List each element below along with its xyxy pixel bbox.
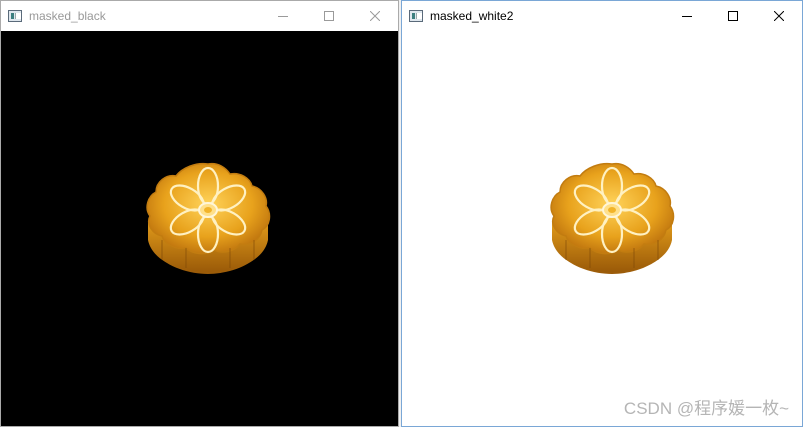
image-canvas	[1, 31, 398, 426]
window-masked-white2: masked_white2	[401, 0, 803, 427]
app-icon	[409, 10, 423, 22]
title-bar[interactable]: masked_black	[1, 1, 398, 31]
minimize-button[interactable]	[664, 1, 710, 31]
mooncake-image	[550, 162, 675, 276]
minimize-icon	[682, 16, 692, 17]
minimize-icon	[278, 16, 288, 17]
image-canvas	[402, 31, 802, 426]
watermark: CSDN @程序媛一枚~	[623, 399, 789, 418]
window-title: masked_white2	[430, 9, 514, 23]
maximize-button[interactable]	[710, 1, 756, 31]
mooncake-image	[146, 162, 271, 276]
close-icon	[370, 11, 380, 21]
title-bar[interactable]: masked_white2	[402, 1, 802, 31]
app-icon	[8, 10, 22, 22]
minimize-button[interactable]	[260, 1, 306, 31]
maximize-icon	[728, 11, 738, 21]
close-icon	[774, 11, 784, 21]
maximize-button[interactable]	[306, 1, 352, 31]
close-button[interactable]	[756, 1, 802, 31]
close-button[interactable]	[352, 1, 398, 31]
maximize-icon	[324, 11, 334, 21]
window-masked-black: masked_black	[0, 0, 399, 427]
window-title: masked_black	[29, 9, 106, 23]
